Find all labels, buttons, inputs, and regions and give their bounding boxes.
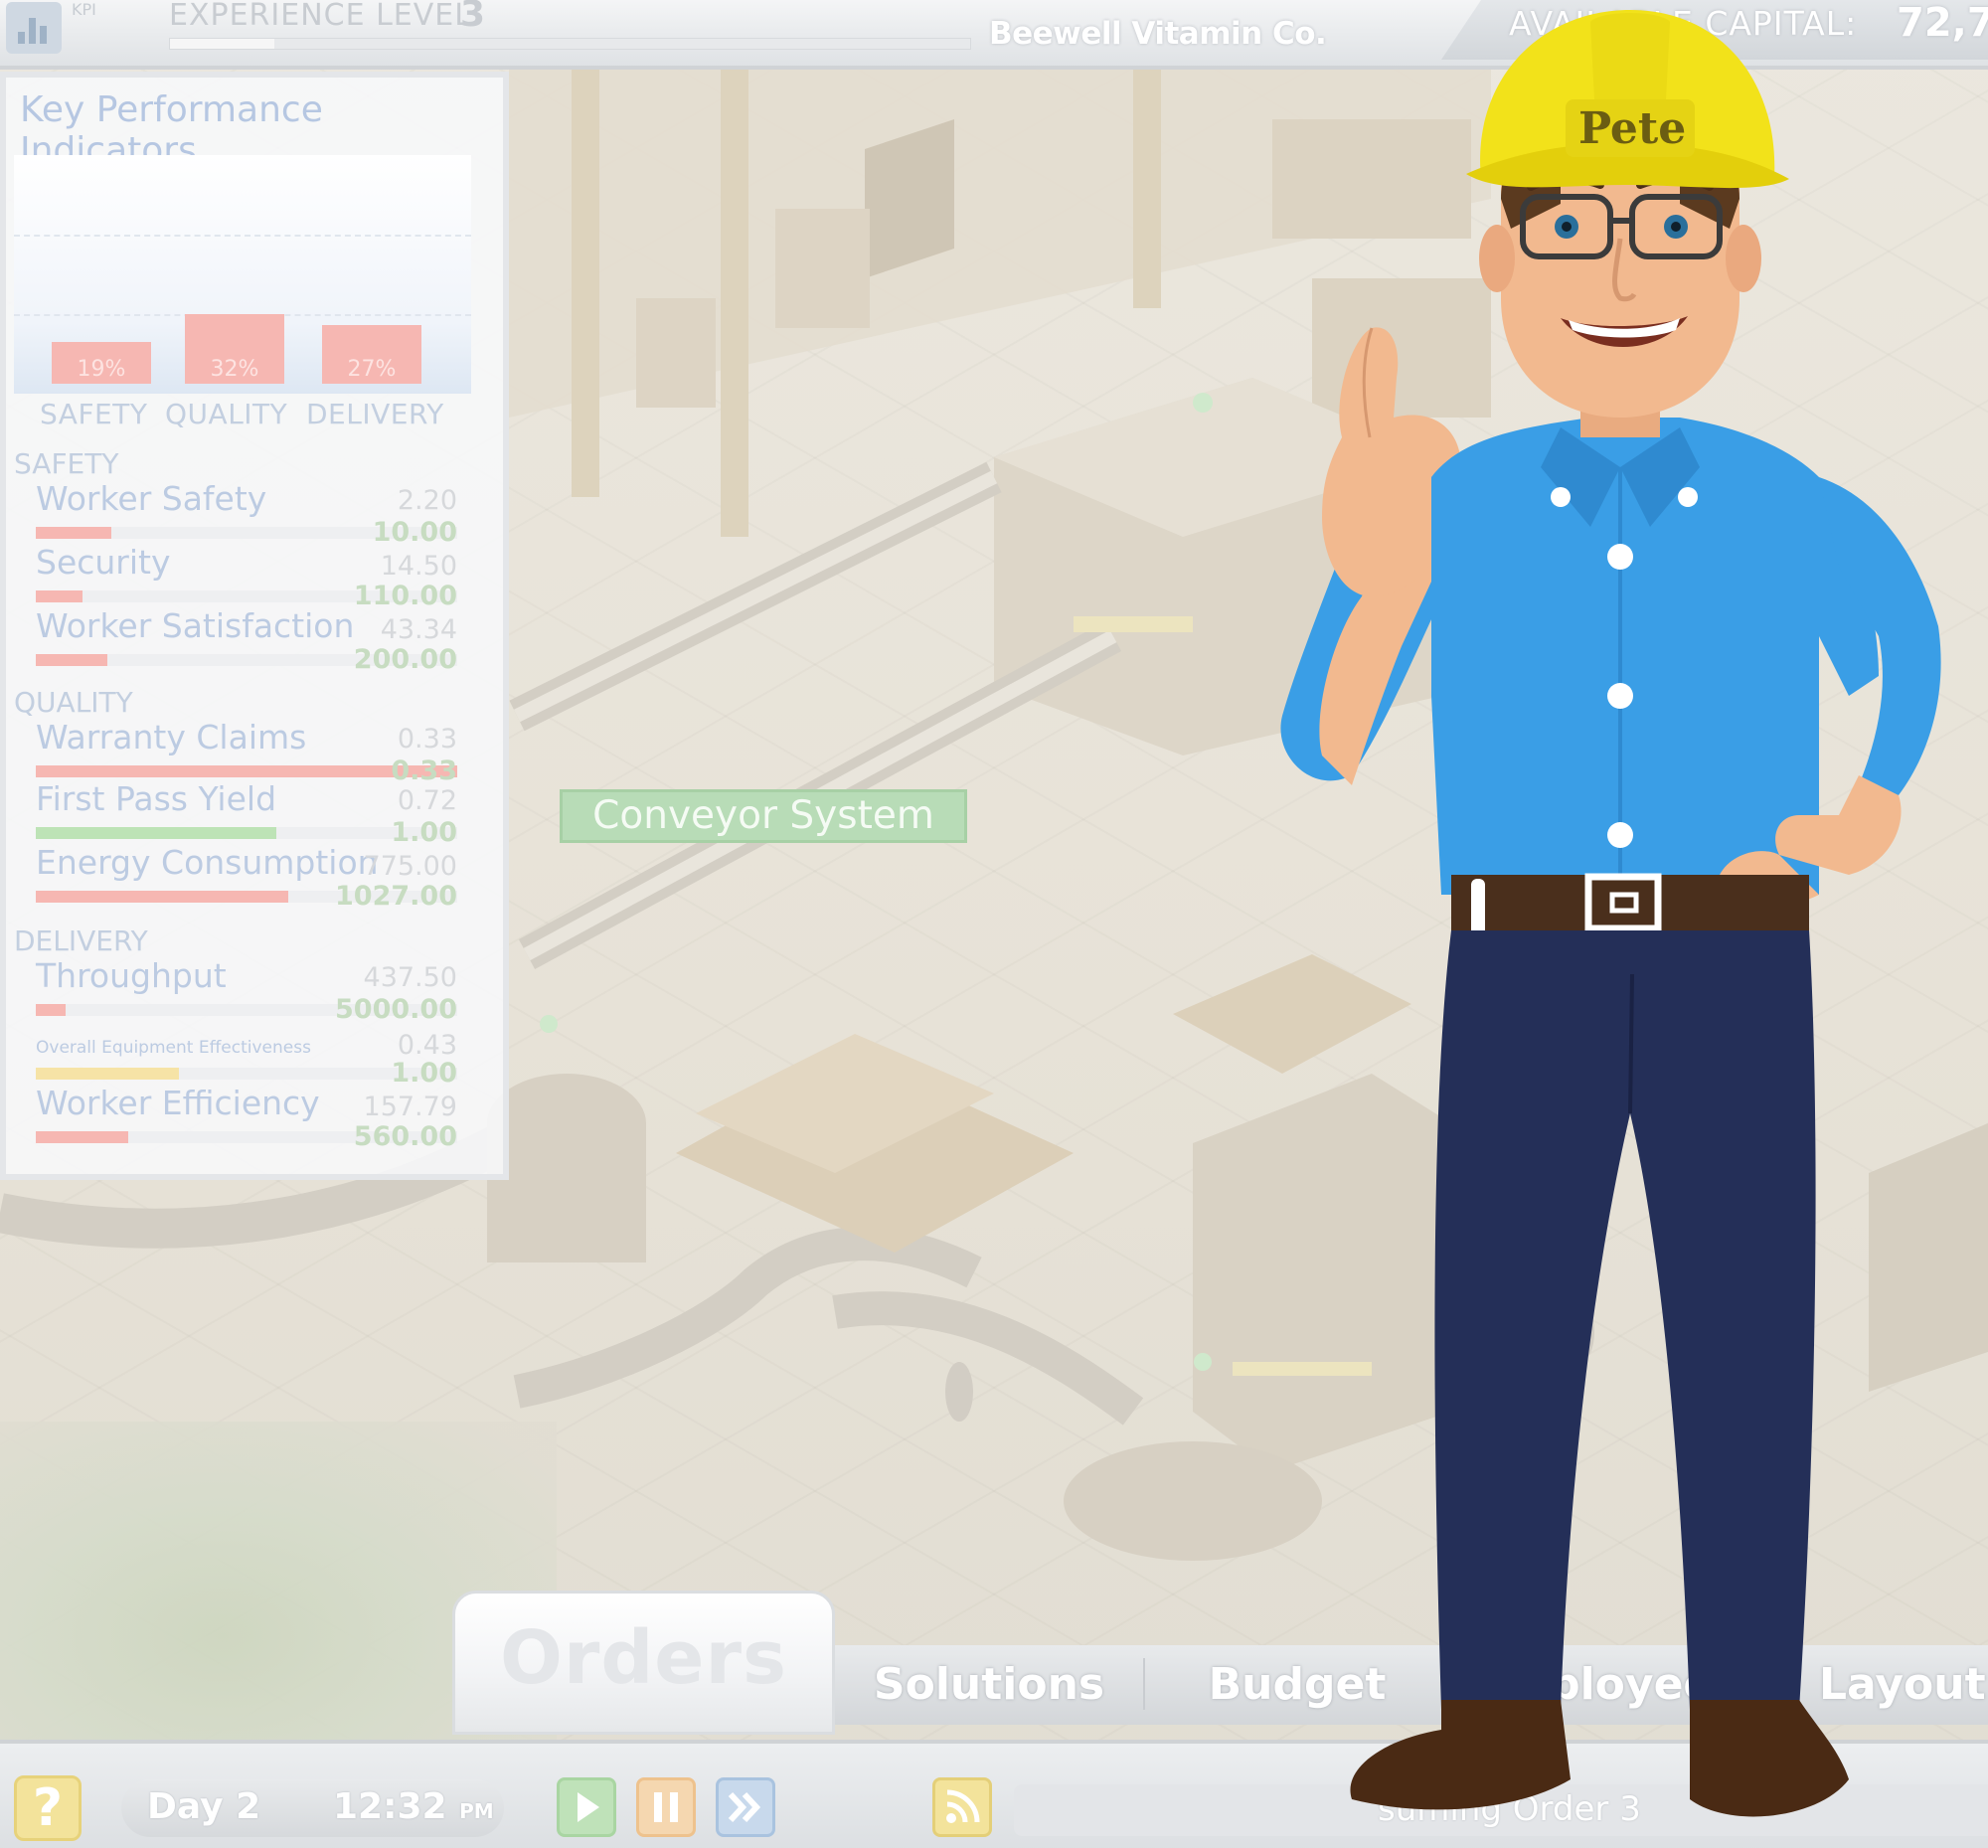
play-icon (578, 1792, 599, 1822)
section-safety: SAFETY (14, 447, 119, 480)
metric-worker-safety: Worker Safety (36, 479, 267, 518)
metric-target: 5000.00 (335, 994, 457, 1025)
metric-value: 157.79 (363, 1092, 457, 1122)
kpi-category-safety: SAFETY (40, 398, 148, 430)
metric-value: 14.50 (380, 551, 457, 582)
kpi-category-delivery: DELIVERY (306, 398, 444, 430)
pause-button[interactable] (636, 1777, 696, 1837)
metric-worker-satisfaction: Worker Satisfaction (36, 606, 355, 645)
tab-solutions[interactable]: Solutions (855, 1650, 1123, 1720)
metric-target: 200.00 (353, 644, 457, 675)
tab-divider (1143, 1658, 1145, 1710)
kpi-category-quality: QUALITY (165, 398, 288, 430)
kpi-button-label: KPI (72, 0, 96, 19)
helmet-name-label: Pete (1578, 103, 1686, 154)
metric-target: 110.00 (353, 581, 457, 611)
day-counter: Day 2 (147, 1786, 261, 1827)
clock-time: 12:32 PM (333, 1786, 494, 1827)
experience-progress-fill (170, 39, 274, 49)
metric-bar-fill (36, 1004, 66, 1016)
kpi-summary-chart: 19% 32% 27% (14, 155, 471, 394)
game-screen: KPI EXPERIENCE LEVEL 3 Beewell Vitamin C… (0, 0, 1988, 1848)
bar-chart-icon (18, 16, 50, 44)
fast-forward-button[interactable] (716, 1777, 775, 1837)
section-delivery: DELIVERY (14, 924, 148, 957)
metric-value: 0.43 (397, 1030, 457, 1061)
tab-orders-label: Orders (499, 1615, 788, 1701)
metric-value: 437.50 (363, 962, 457, 993)
pause-icon (654, 1792, 678, 1822)
pete-character: Pete (1280, 10, 1941, 1817)
experience-label: EXPERIENCE LEVEL (169, 0, 472, 33)
metric-bar-fill (36, 527, 112, 539)
metric-target: 10.00 (372, 517, 457, 548)
clock-time-value: 12:32 (333, 1786, 447, 1827)
metric-value: 2.20 (397, 485, 457, 516)
metric-bar-fill (36, 590, 83, 602)
metric-bar-fill (36, 827, 276, 839)
metric-worker-efficiency: Worker Efficiency (36, 1084, 320, 1122)
metric-value: 775.00 (363, 851, 457, 882)
experience-level: 3 (460, 0, 486, 35)
experience-progress-bar (169, 38, 971, 50)
rss-icon (946, 1789, 980, 1823)
metric-target: 0.33 (391, 756, 457, 786)
tab-orders[interactable]: Orders (452, 1591, 835, 1735)
metric-value: 0.33 (397, 724, 457, 755)
metric-target: 1.00 (391, 817, 457, 848)
metric-warranty-claims: Warranty Claims (36, 718, 307, 756)
section-quality: QUALITY (14, 686, 133, 719)
metric-first-pass-yield: First Pass Yield (36, 779, 277, 818)
kpi-bar-label: 19% (77, 357, 126, 382)
metric-target: 560.00 (353, 1121, 457, 1152)
play-button[interactable] (557, 1777, 616, 1837)
metric-bar-fill (36, 1131, 129, 1143)
metric-target: 1027.00 (335, 881, 457, 912)
kpi-bar-delivery[interactable]: 27% (322, 325, 421, 384)
metric-throughput: Throughput (36, 956, 227, 995)
conveyor-system-label[interactable]: Conveyor System (560, 789, 967, 843)
metric-energy-consumption: Energy Consumption (36, 843, 379, 882)
metric-bar-fill (36, 891, 289, 903)
fast-forward-icon (728, 1791, 761, 1823)
metric-bar-fill (36, 654, 108, 666)
help-button[interactable]: ? (14, 1775, 82, 1841)
metric-oee: Overall Equipment Effectiveness (36, 1038, 311, 1058)
metric-value: 0.72 (397, 785, 457, 816)
kpi-button[interactable] (6, 2, 62, 54)
kpi-bar-label: 32% (210, 357, 259, 382)
kpi-bar-label: 27% (347, 357, 397, 382)
kpi-panel: Key Performance Indicators 19% 32% 27% S… (0, 72, 509, 1180)
metric-value: 43.34 (380, 614, 457, 645)
news-feed-button[interactable] (932, 1777, 992, 1837)
metric-bar-fill (36, 1068, 180, 1080)
clock-time-suffix: PM (459, 1799, 494, 1823)
metric-security: Security (36, 543, 171, 582)
kpi-bar-quality[interactable]: 32% (185, 314, 284, 384)
kpi-bar-safety[interactable]: 19% (52, 342, 151, 384)
metric-target: 1.00 (391, 1058, 457, 1089)
